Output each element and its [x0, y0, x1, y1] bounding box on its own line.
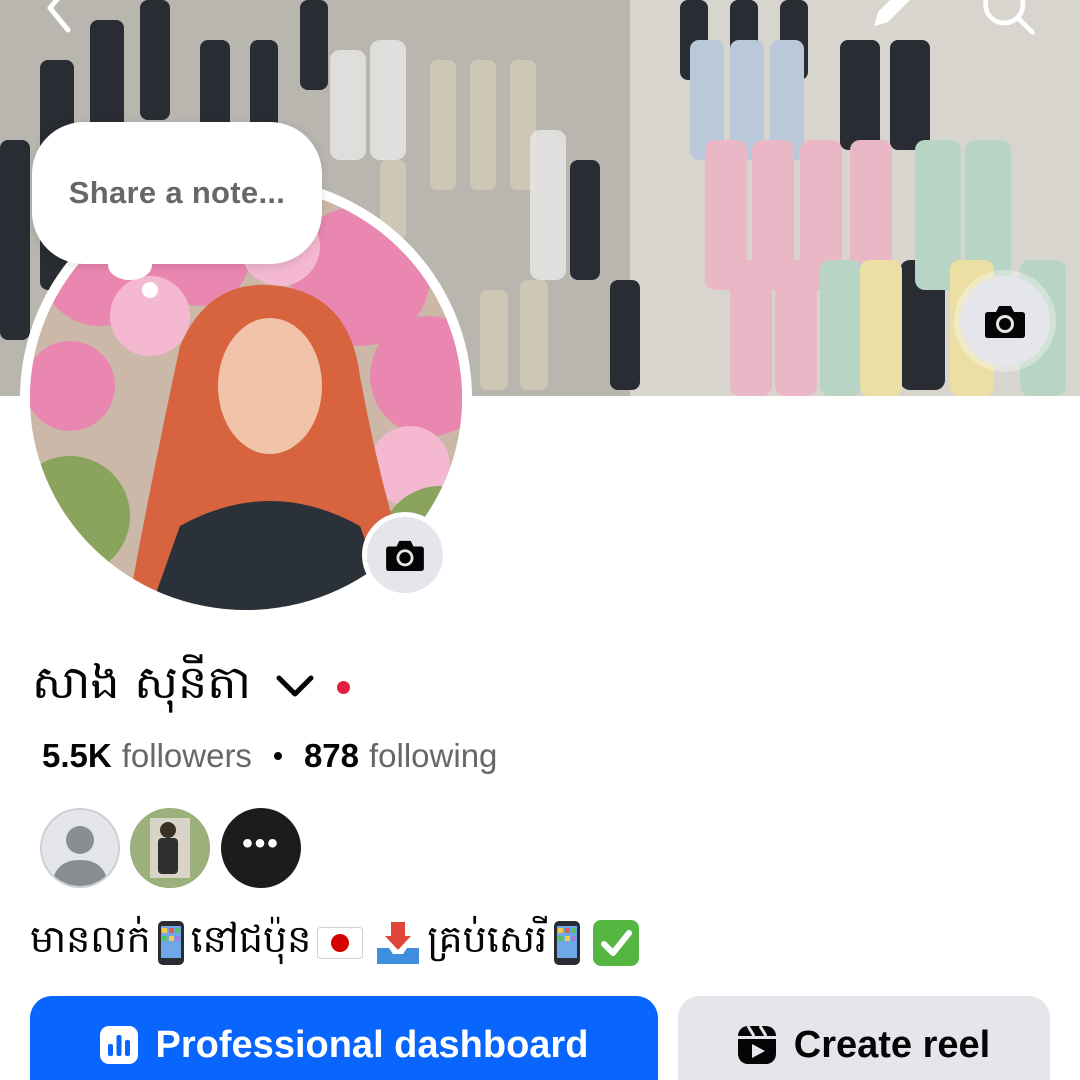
- bio-text-2: នៅជប៉ុន: [190, 917, 312, 961]
- share-note-bubble[interactable]: Share a note...: [32, 122, 322, 264]
- share-note-placeholder: Share a note...: [68, 175, 286, 210]
- check-mark-icon: [593, 920, 640, 966]
- note-bubble-tail: [108, 250, 152, 280]
- follower-avatar-default[interactable]: [40, 808, 120, 888]
- mobile-phone-icon: [553, 920, 581, 966]
- separator-dot: [273, 752, 282, 760]
- pencil-icon: [874, 0, 910, 26]
- chevron-down-icon: [276, 675, 314, 697]
- change-profile-picture-button[interactable]: [362, 512, 448, 598]
- followers-link[interactable]: 5.5K followers: [42, 737, 252, 775]
- following-count: 878: [303, 737, 359, 774]
- more-icon: •••: [242, 827, 280, 860]
- following-label: following: [369, 737, 498, 774]
- person-icon: [52, 826, 108, 886]
- search-icon: [983, 0, 1035, 35]
- professional-dashboard-button[interactable]: Professional dashboard: [30, 996, 658, 1080]
- back-button[interactable]: [28, 0, 88, 38]
- followers-count: 5.5K: [42, 737, 112, 774]
- camera-icon: [386, 540, 424, 572]
- create-reel-label: Create reel: [793, 1024, 991, 1066]
- change-cover-button[interactable]: [960, 276, 1050, 366]
- bio-text-1: មានលក់: [30, 917, 151, 961]
- bio-text-3: គ្រប់សេរី: [427, 917, 548, 961]
- edit-profile-button[interactable]: [862, 0, 922, 38]
- mobile-phone-icon: [157, 920, 185, 966]
- notification-dot: [337, 680, 351, 694]
- camera-icon: [985, 306, 1025, 338]
- follow-stats: 5.5K followers 878 following: [42, 734, 497, 778]
- note-bubble-tail-dot: [142, 282, 158, 298]
- person-photo: [130, 808, 210, 888]
- follower-avatar-photo[interactable]: [130, 808, 210, 888]
- bar-chart-icon: [99, 1026, 138, 1064]
- followers-label: followers: [121, 737, 252, 774]
- reel-icon: [737, 1026, 776, 1064]
- profile-name: សាង សុនីតា: [32, 654, 252, 709]
- chevron-left-icon: [47, 0, 71, 33]
- create-reel-button[interactable]: Create reel: [678, 996, 1050, 1080]
- profile-bio: មានលក់ នៅជប៉ុន គ្រប់សេរី: [30, 912, 645, 974]
- following-link[interactable]: 878 following: [304, 737, 497, 775]
- inbox-tray-icon: [375, 920, 421, 966]
- japan-flag-icon: [317, 927, 364, 959]
- more-followers-button[interactable]: •••: [221, 808, 301, 888]
- switch-profile-button[interactable]: [273, 665, 317, 709]
- search-button[interactable]: [978, 0, 1038, 38]
- profile-name-row: សាង សុនីតា: [32, 652, 351, 722]
- professional-dashboard-label: Professional dashboard: [155, 1024, 589, 1066]
